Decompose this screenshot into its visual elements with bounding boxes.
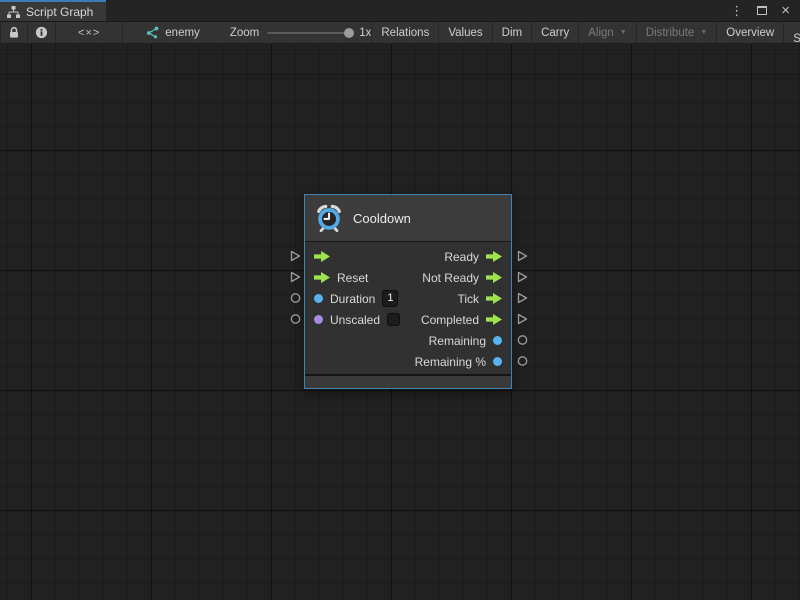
flow-input-port[interactable] — [314, 272, 330, 283]
info-icon — [35, 26, 48, 39]
port-label: Reset — [337, 271, 368, 285]
zoom-slider-handle[interactable] — [344, 28, 354, 38]
flow-port-pin[interactable] — [516, 292, 528, 304]
cooldown-node-header[interactable]: Cooldown — [305, 195, 511, 241]
node-footer — [305, 376, 511, 388]
window-controls: ⋮ × — [730, 0, 800, 21]
flow-input-port[interactable] — [314, 251, 330, 262]
port-row: Duration 1 Tick — [305, 288, 511, 309]
port-row: Remaining — [305, 330, 511, 351]
cooldown-node[interactable]: Cooldown Ready Reset Not Rea — [304, 194, 512, 389]
graph-canvas[interactable]: Cooldown Ready Reset Not Rea — [0, 44, 800, 600]
flow-port-pin[interactable] — [516, 271, 528, 283]
maximize-icon[interactable] — [757, 6, 767, 15]
flow-output-port[interactable] — [486, 293, 502, 304]
zoom-value: 1x — [359, 27, 371, 39]
zoom-control: Zoom 1x — [230, 22, 372, 43]
lock-icon — [8, 26, 20, 39]
port-row: Unscaled Completed — [305, 309, 511, 330]
port-row: Remaining % — [305, 351, 511, 372]
script-graph-icon — [7, 6, 20, 18]
port-label: Remaining % — [415, 355, 486, 369]
lock-button[interactable] — [0, 22, 28, 43]
port-label: Remaining — [429, 334, 486, 348]
port-label: Duration — [330, 292, 375, 306]
port-label: Ready — [444, 250, 479, 264]
flow-output-port[interactable] — [486, 251, 502, 262]
chevron-down-icon: ▼ — [620, 29, 627, 36]
port-label: Unscaled — [330, 313, 380, 327]
close-icon[interactable]: × — [781, 3, 790, 18]
tab-label: Script Graph — [26, 5, 93, 19]
flow-port-pin[interactable] — [289, 271, 301, 283]
toolbar-right-group: Relations Values Dim Carry Align ▼ Distr… — [371, 22, 800, 43]
cooldown-node-body: Ready Reset Not Ready Duration — [305, 241, 511, 374]
distribute-label: Distribute — [646, 27, 695, 39]
chevron-down-icon: ▼ — [700, 29, 707, 36]
menu-icon[interactable]: ⋮ — [730, 4, 743, 17]
align-dropdown-button[interactable]: Align ▼ — [579, 22, 637, 43]
tab-script-graph[interactable]: Script Graph — [0, 0, 106, 21]
value-output-port[interactable] — [493, 336, 502, 345]
full-screen-button[interactable]: Full Screen — [784, 22, 800, 43]
value-port-pin[interactable] — [289, 313, 301, 325]
value-port-pin[interactable] — [516, 334, 528, 346]
flow-port-pin[interactable] — [516, 250, 528, 262]
duration-value-field[interactable]: 1 — [382, 290, 398, 307]
flow-output-port[interactable] — [486, 272, 502, 283]
port-row: Ready — [305, 246, 511, 267]
relations-button[interactable]: Relations — [371, 22, 439, 43]
port-label: Not Ready — [422, 271, 479, 285]
values-button[interactable]: Values — [439, 22, 492, 43]
port-label: Tick — [457, 292, 479, 306]
dim-button[interactable]: Dim — [493, 22, 532, 43]
value-port-pin[interactable] — [289, 292, 301, 304]
zoom-slider[interactable] — [267, 32, 351, 34]
breadcrumb-graph[interactable]: enemy — [145, 22, 200, 43]
align-label: Align — [588, 27, 614, 39]
alarm-clock-icon — [314, 203, 344, 233]
value-input-port[interactable] — [314, 294, 323, 303]
value-output-port[interactable] — [493, 357, 502, 366]
zoom-label: Zoom — [230, 27, 259, 39]
unscaled-checkbox[interactable] — [387, 313, 400, 326]
code-icon: <×> — [78, 27, 100, 39]
port-row: Reset Not Ready — [305, 267, 511, 288]
distribute-dropdown-button[interactable]: Distribute ▼ — [637, 22, 718, 43]
flow-port-pin[interactable] — [516, 313, 528, 325]
value-port-pin[interactable] — [516, 355, 528, 367]
carry-button[interactable]: Carry — [532, 22, 579, 43]
value-input-port[interactable] — [314, 315, 323, 324]
graph-toolbar: <×> enemy Zoom 1x Relations Values Dim C… — [0, 22, 800, 44]
node-title: Cooldown — [353, 211, 411, 226]
flow-output-port[interactable] — [486, 314, 502, 325]
graph-name: enemy — [165, 27, 200, 39]
code-preview-button[interactable]: <×> — [56, 22, 123, 43]
flow-port-pin[interactable] — [289, 250, 301, 262]
info-button[interactable] — [28, 22, 56, 43]
port-label: Completed — [421, 313, 479, 327]
window-titlebar: Script Graph ⋮ × — [0, 0, 800, 22]
graph-icon — [145, 26, 159, 39]
overview-button[interactable]: Overview — [717, 22, 784, 43]
